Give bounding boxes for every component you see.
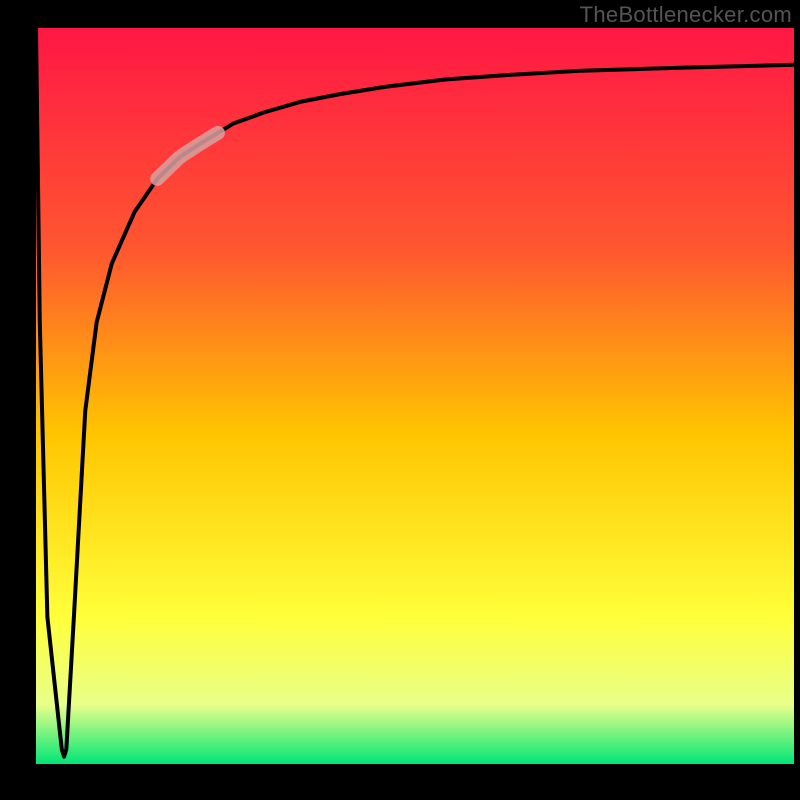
bottleneck-chart: TheBottlenecker.com <box>0 0 800 800</box>
attribution-label: TheBottlenecker.com <box>580 2 792 28</box>
plot-area <box>36 28 794 764</box>
chart-canvas <box>0 0 800 800</box>
